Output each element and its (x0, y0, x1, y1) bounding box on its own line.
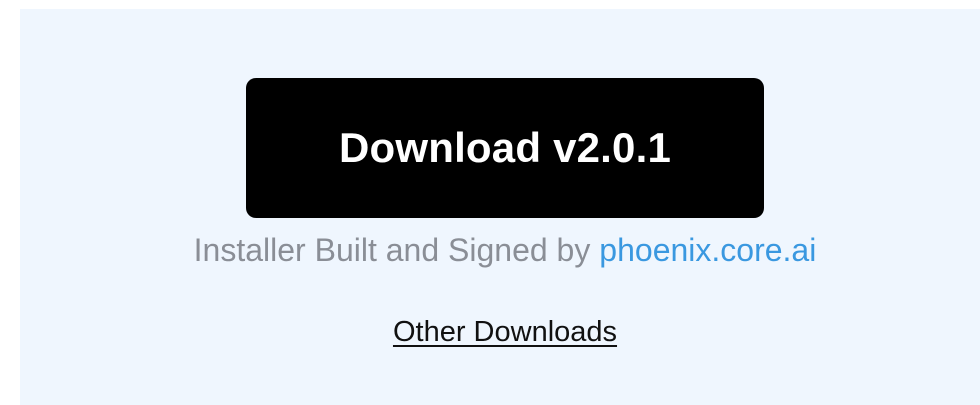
installer-signature-line: Installer Built and Signed by phoenix.cor… (0, 232, 980, 269)
phoenix-core-link[interactable]: phoenix.core.ai (599, 232, 816, 268)
other-downloads-row: Other Downloads (0, 316, 980, 349)
other-downloads-link[interactable]: Other Downloads (393, 316, 617, 348)
download-button[interactable]: Download v2.0.1 (246, 78, 764, 218)
download-button-label: Download v2.0.1 (338, 124, 672, 171)
installer-signature-text: Installer Built and Signed by (193, 232, 591, 268)
